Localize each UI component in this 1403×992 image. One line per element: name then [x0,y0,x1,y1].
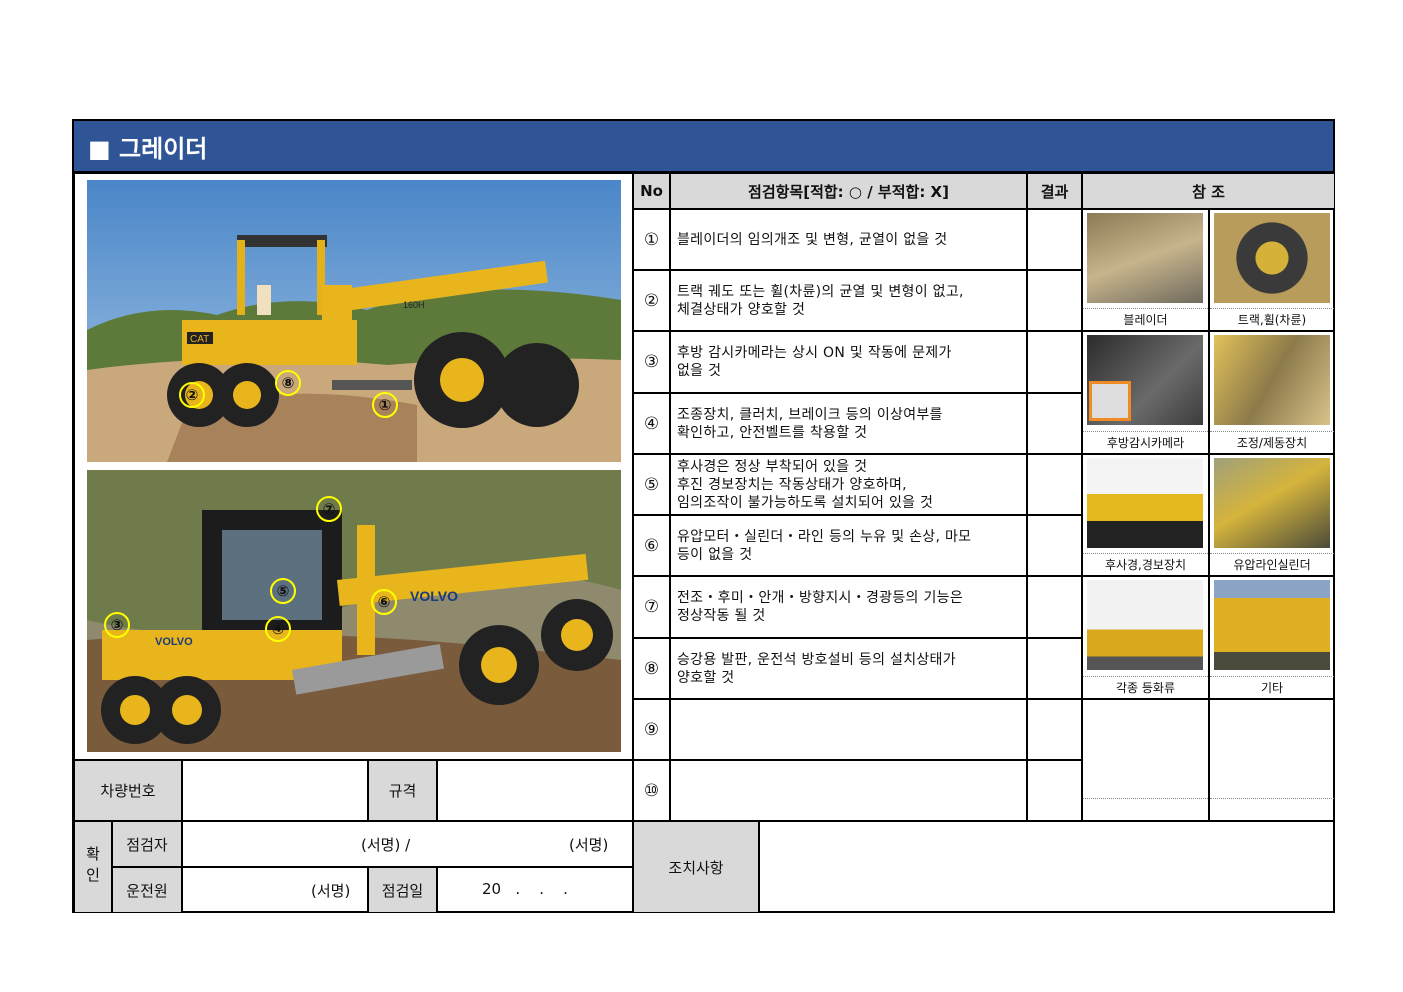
confirm-label: 확인 [74,821,112,913]
row-1-text: 블레이더의 임의개조 및 변형, 균열이 없을 것 [670,209,1027,270]
camera-inset [1089,381,1131,421]
inspector-sign-2: (서명) [569,836,609,854]
ref-label-blade: 블레이더 [1083,308,1208,330]
ref-cell-camera: 후방감시카메라 [1082,331,1209,454]
row-7-no: ⑦ [633,576,670,638]
ref-label-wheel: 트랙,휠(차륜) [1210,308,1334,330]
driver-sign-field[interactable]: (서명) [182,867,368,913]
ref-cell-empty-2 [1209,699,1335,821]
spec-label: 규격 [368,760,437,821]
spec-field[interactable] [437,760,633,821]
ref-label-mirror: 후사경,경보장치 [1083,553,1208,575]
ref-label-empty-1 [1083,798,1208,820]
ref-cell-hydraulic: 유압라인실린더 [1209,454,1335,576]
ref-label-empty-2 [1210,798,1334,820]
ref-image-controls [1214,335,1330,425]
row-5-result[interactable] [1027,454,1082,515]
row-2-no: ② [633,270,670,331]
ref-label-hydraulic: 유압라인실린더 [1210,553,1334,575]
volvo-text-1: VOLVO [410,588,458,604]
marker-2: ② [179,382,205,408]
row-1-result[interactable] [1027,209,1082,270]
marker-4: ④ [265,616,291,642]
row-10-no: ⑩ [633,760,670,821]
marker-5: ⑤ [270,578,296,604]
row-8-result[interactable] [1027,638,1082,699]
grader-photo-volvo: VOLVO VOLVO ⑦ ⑤ ④ ③ ⑥ [87,470,621,752]
row-5-no: ⑤ [633,454,670,515]
row-9-result[interactable] [1027,699,1082,760]
date-field[interactable]: 20 . . . [437,867,633,913]
ref-cell-controls: 조정/제동장치 [1209,331,1335,454]
cat-logo-text: CAT [190,334,209,345]
row-1-no: ① [633,209,670,270]
header-result: 결과 [1027,173,1082,209]
ref-label-etc: 기타 [1210,676,1334,698]
ref-cell-empty-1 [1082,699,1209,821]
ref-cell-etc: 기타 [1209,576,1335,699]
ref-image-hydraulic [1214,458,1330,548]
row-5-text: 후사경은 정상 부착되어 있을 것 후진 경보장치는 작동상태가 양호하며, 임… [670,454,1027,515]
inspection-sheet: ■ 그레이더 CAT 160H ① ② ⑧ VOLVO VOLVO ⑦ ⑤ ④ … [72,119,1335,913]
row-3-text: 후방 감시카메라는 상시 ON 및 작동에 문제가 없을 것 [670,331,1027,393]
marker-6: ⑥ [371,589,397,615]
row-6-result[interactable] [1027,515,1082,576]
marker-7: ⑦ [316,496,342,522]
row-9-no: ⑨ [633,699,670,760]
row-3-no: ③ [633,331,670,393]
inspector-sign-1: (서명) / [361,836,411,854]
model-text: 160H [403,300,425,310]
row-4-no: ④ [633,393,670,454]
row-3-result[interactable] [1027,331,1082,393]
ref-image-blade [1087,213,1203,303]
action-field[interactable] [759,821,1335,913]
header-ref: 참 조 [1082,173,1335,209]
ref-image-lights [1087,580,1203,670]
header-item: 점검항목[적합: ○ / 부적합: X] [670,173,1027,209]
marker-8: ⑧ [275,370,301,396]
row-4-result[interactable] [1027,393,1082,454]
ref-cell-wheel: 트랙,휠(차륜) [1209,209,1335,331]
ref-label-controls: 조정/제동장치 [1210,431,1334,453]
header-no: No [633,173,670,209]
ref-image-camera [1087,335,1203,425]
marker-3: ③ [104,612,130,638]
inspector-label: 점검자 [112,821,182,867]
page-title: ■ 그레이더 [74,121,1333,173]
vehicle-no-field[interactable] [182,760,368,821]
ref-cell-lights: 각종 등화류 [1082,576,1209,699]
ref-cell-blade: 블레이더 [1082,209,1209,331]
inspector-sign-field[interactable]: (서명) / (서명) [182,821,633,867]
inspection-grid: CAT 160H ① ② ⑧ VOLVO VOLVO ⑦ ⑤ ④ ③ ⑥ No … [74,173,1335,913]
ref-image-etc [1214,580,1330,670]
date-value: 20 . . . [482,880,568,898]
ref-label-camera: 후방감시카메라 [1083,431,1208,453]
driver-label: 운전원 [112,867,182,913]
row-6-text: 유압모터・실린더・라인 등의 누유 및 손상, 마모 등이 없을 것 [670,515,1027,576]
row-6-no: ⑥ [633,515,670,576]
row-7-text: 전조・후미・안개・방향지시・경광등의 기능은 정상작동 될 것 [670,576,1027,638]
grader-photo-cat: CAT 160H ① ② ⑧ [87,180,621,462]
row-10-text [670,760,1027,821]
row-7-result[interactable] [1027,576,1082,638]
row-8-no: ⑧ [633,638,670,699]
vehicle-no-label: 차량번호 [74,760,182,821]
row-4-text: 조종장치, 클러치, 브레이크 등의 이상여부를 확인하고, 안전벨트를 착용할… [670,393,1027,454]
ref-label-lights: 각종 등화류 [1083,676,1208,698]
driver-sign: (서명) [311,882,351,900]
ref-cell-mirror: 후사경,경보장치 [1082,454,1209,576]
row-2-text: 트랙 궤도 또는 휠(차륜)의 균열 및 변형이 없고, 체결상태가 양호할 것 [670,270,1027,331]
row-9-text [670,699,1027,760]
marker-1: ① [372,392,398,418]
action-label: 조치사항 [633,821,759,913]
date-label: 점검일 [368,867,437,913]
ref-image-wheel [1214,213,1330,303]
row-8-text: 승강용 발판, 운전석 방호설비 등의 설치상태가 양호할 것 [670,638,1027,699]
photo-panel: CAT 160H ① ② ⑧ VOLVO VOLVO ⑦ ⑤ ④ ③ ⑥ [74,173,633,760]
ref-image-mirror [1087,458,1203,548]
volvo-text-2: VOLVO [155,636,193,648]
row-2-result[interactable] [1027,270,1082,331]
row-10-result[interactable] [1027,760,1082,821]
